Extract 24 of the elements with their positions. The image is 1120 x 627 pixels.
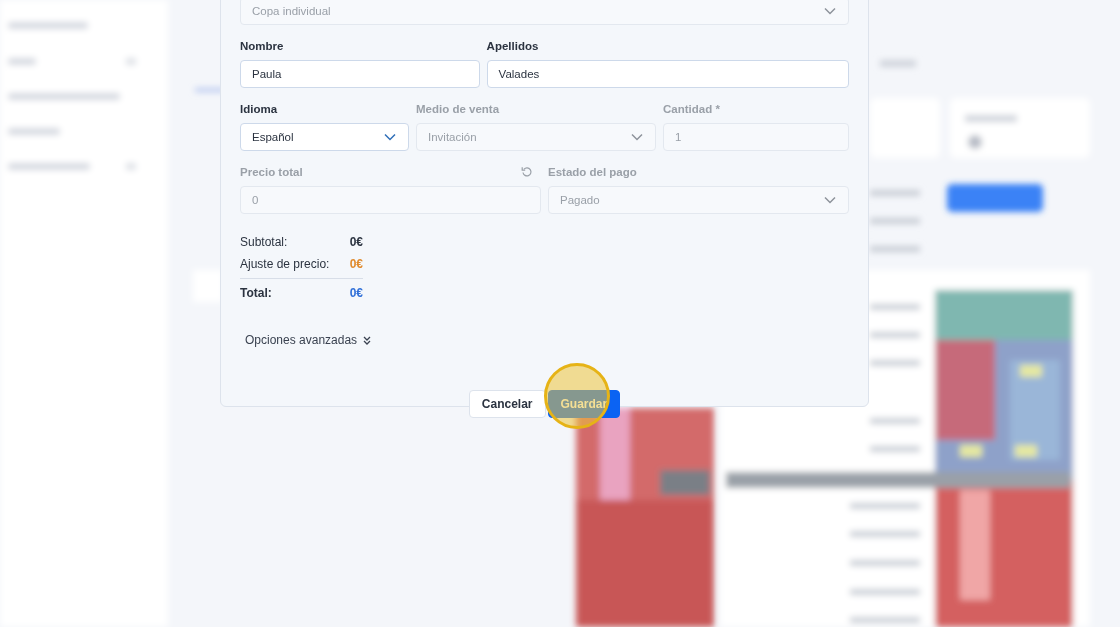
total-label: Ajuste de precio: <box>240 257 330 271</box>
select-field[interactable]: Español <box>240 123 409 151</box>
reset-icon[interactable] <box>521 165 533 178</box>
chevron-down-icon <box>384 133 396 141</box>
total-value: 0€ <box>349 235 363 249</box>
chevron-down-icon <box>824 196 836 204</box>
chevron-down-icon <box>631 133 643 141</box>
total-value: 0€ <box>349 286 363 300</box>
chevron-down-icon <box>824 7 836 15</box>
double-chevron-icon <box>363 335 372 345</box>
field-label: Medio de venta <box>416 102 500 115</box>
cancel-button[interactable]: Cancelar <box>468 390 546 418</box>
field-label: Nombre <box>240 39 284 52</box>
total-label: Subtotal: <box>240 235 288 249</box>
input-field[interactable]: Valades <box>486 60 849 88</box>
field-label: Cantidad * <box>663 102 720 115</box>
field-label: Precio total <box>240 165 303 178</box>
total-value: 0€ <box>349 257 363 271</box>
field-label: Apellidos <box>486 39 539 52</box>
field-label: Idioma <box>240 102 278 115</box>
total-label: Total: <box>240 286 272 300</box>
input-field[interactable]: Paula <box>240 60 480 88</box>
advanced-options-toggle[interactable]: Opciones avanzadas <box>245 326 372 354</box>
field-label: Estado del pago <box>548 165 637 178</box>
